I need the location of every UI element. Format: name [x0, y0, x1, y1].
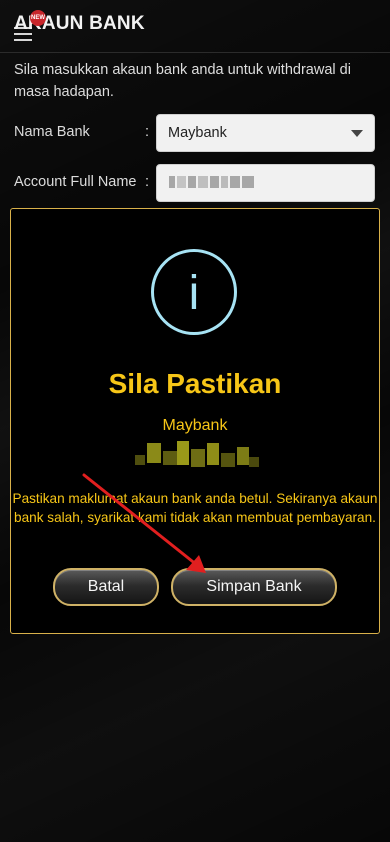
- bank-select[interactable]: Maybank: [156, 114, 375, 152]
- name-colon: :: [145, 174, 150, 190]
- bank-label: Nama Bank: [14, 124, 90, 140]
- account-name-field[interactable]: [156, 164, 375, 202]
- name-label: Account Full Name: [14, 174, 137, 190]
- header: AKAUN BANK NEW: [0, 0, 390, 53]
- blurred-account-number: [135, 437, 260, 473]
- blurred-account-name: [169, 176, 254, 188]
- dialog-title: Sila Pastikan: [108, 368, 282, 399]
- page: AKAUN BANK NEW Sila masukkan akaun bank …: [0, 0, 390, 842]
- info-icon: i: [151, 249, 237, 335]
- bank-colon: :: [145, 124, 150, 140]
- intro-text: Sila masukkan akaun bank anda untuk with…: [14, 62, 351, 100]
- bank-select-value: Maybank: [168, 125, 227, 141]
- new-badge: NEW: [30, 10, 46, 26]
- save-bank-button[interactable]: Simpan Bank: [171, 568, 337, 606]
- dialog-message: Pastikan maklumat akaun bank anda betul.…: [12, 491, 378, 525]
- dialog-bank-name: Maybank: [162, 417, 228, 434]
- chevron-down-icon: [351, 130, 363, 137]
- cancel-button[interactable]: Batal: [53, 568, 159, 606]
